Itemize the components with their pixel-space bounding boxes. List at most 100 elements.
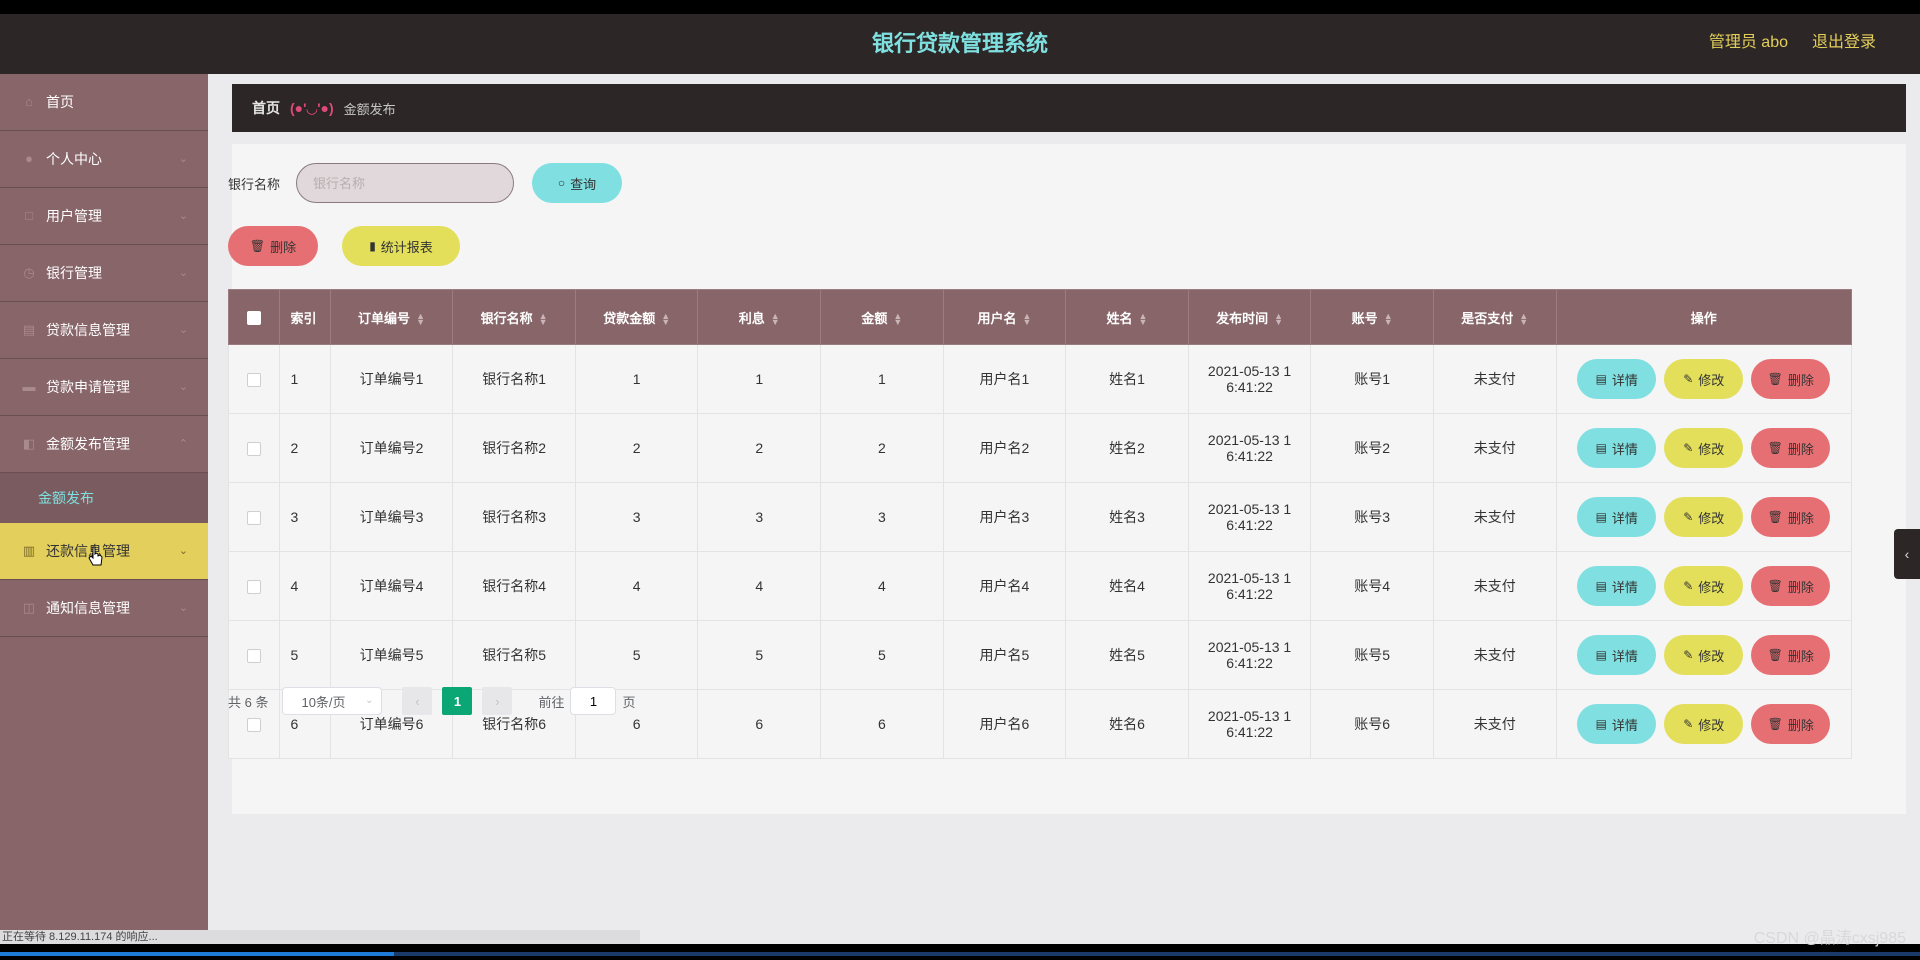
detail-button[interactable]: ▤ 详情 xyxy=(1577,704,1657,744)
sort-caret-icon[interactable]: ▲ ▼ xyxy=(893,312,902,327)
detail-button[interactable]: ▤ 详情 xyxy=(1577,635,1657,675)
sidebar-item-loan-apply[interactable]: ▬ 贷款申请管理 ⌄ xyxy=(0,359,208,416)
statistics-report-button[interactable]: ▮ 统计报表 xyxy=(342,226,460,266)
delete-button[interactable]: 🗑 删除 xyxy=(1751,566,1831,606)
row-checkbox[interactable] xyxy=(247,511,262,526)
bell-icon: ◫ xyxy=(22,600,36,615)
table-row: 1 订单编号1 银行名称1 1 1 1 用户名1 姓名1 2021-05-13 … xyxy=(227,344,1853,414)
sort-caret-icon[interactable]: ▲ ▼ xyxy=(1519,312,1528,327)
submenu-item-amount-publish[interactable]: 金额发布 xyxy=(0,473,208,523)
batch-delete-button[interactable]: 🗑 删除 xyxy=(228,226,318,266)
column-header-publish-time[interactable]: 发布时间 ▲ ▼ xyxy=(1187,289,1312,345)
delete-button[interactable]: 🗑 删除 xyxy=(1751,635,1831,675)
delete-button[interactable]: 🗑 删除 xyxy=(1751,428,1831,468)
prev-page-button[interactable]: ‹ xyxy=(402,687,433,715)
sort-caret-icon[interactable]: ▲ ▼ xyxy=(661,312,670,327)
edit-button[interactable]: ✎ 修改 xyxy=(1664,359,1744,399)
next-page-button[interactable]: › xyxy=(482,687,513,715)
detail-button[interactable]: ▤ 详情 xyxy=(1577,566,1657,606)
cell-loan: 5 xyxy=(574,620,699,690)
cell-publish-time: 2021-05-13 1 6:41:22 xyxy=(1187,482,1312,552)
chevron-up-icon: ⌃ xyxy=(178,438,188,450)
cell-index: 5 xyxy=(279,620,331,690)
page-size-select[interactable]: 10条/页 ⌄ xyxy=(282,687,383,715)
column-header-interest[interactable]: 利息 ▲ ▼ xyxy=(697,289,822,345)
sidebar-item-users[interactable]: □ 用户管理 ⌄ xyxy=(0,188,208,245)
sidebar-item-repayment[interactable]: ▥ 还款信息管理 ⌄ xyxy=(0,523,208,580)
sort-caret-icon[interactable]: ▲ ▼ xyxy=(771,312,780,327)
page-number-button[interactable]: 1 xyxy=(442,687,473,715)
chevron-right-icon: › xyxy=(495,693,500,709)
bank-icon: ◷ xyxy=(23,265,35,280)
cell-bank: 银行名称2 xyxy=(452,413,576,483)
sidebar-item-label: 用户管理 xyxy=(46,208,102,224)
column-header-account[interactable]: 账号 ▲ ▼ xyxy=(1310,289,1434,345)
chevron-down-icon: ⌄ xyxy=(178,545,188,557)
chevron-left-icon: ‹ xyxy=(415,693,420,709)
sidebar-item-profile[interactable]: ● 个人中心 ⌄ xyxy=(0,131,208,188)
select-all-checkbox[interactable] xyxy=(247,310,262,325)
cell-account: 账号1 xyxy=(1310,344,1434,414)
row-checkbox[interactable] xyxy=(247,718,262,733)
document-icon: ▤ xyxy=(1595,648,1607,662)
edit-button[interactable]: ✎ 修改 xyxy=(1664,566,1744,606)
sidebar-item-banks[interactable]: ◷ 银行管理 ⌄ xyxy=(0,245,208,302)
goto-page-input[interactable] xyxy=(570,687,617,715)
cell-account: 账号3 xyxy=(1310,482,1434,552)
table-row: 2 订单编号2 银行名称2 2 2 2 用户名2 姓名2 2021-05-13 … xyxy=(227,413,1853,483)
column-header-name[interactable]: 姓名 ▲ ▼ xyxy=(1065,289,1189,345)
column-header-amount[interactable]: 金额 ▲ ▼ xyxy=(820,289,944,345)
detail-button[interactable]: ▤ 详情 xyxy=(1577,497,1657,537)
row-checkbox[interactable] xyxy=(247,580,262,595)
detail-button[interactable]: ▤ 详情 xyxy=(1577,359,1657,399)
column-header-loan[interactable]: 贷款金额 ▲ ▼ xyxy=(574,289,699,345)
logout-link[interactable]: 退出登录 xyxy=(1812,14,1876,72)
detail-button[interactable]: ▤ 详情 xyxy=(1577,428,1657,468)
row-checkbox[interactable] xyxy=(247,373,262,388)
sort-caret-icon[interactable]: ▲ ▼ xyxy=(1384,312,1393,327)
query-button[interactable]: ○ 查询 xyxy=(532,163,622,203)
loading-progress-fill xyxy=(0,952,394,956)
cell-amount: 3 xyxy=(820,482,944,552)
sort-caret-icon[interactable]: ▲ ▼ xyxy=(1022,312,1031,327)
sidebar-item-notices[interactable]: ◫ 通知信息管理 ⌄ xyxy=(0,580,208,637)
column-header-bank[interactable]: 银行名称 ▲ ▼ xyxy=(452,289,576,345)
batch-delete-label: 删除 xyxy=(270,239,297,255)
sort-caret-icon[interactable]: ▲ ▼ xyxy=(1274,312,1283,327)
edit-label: 修改 xyxy=(1698,510,1725,526)
collapse-panel-button[interactable]: ‹ xyxy=(1894,529,1920,579)
sort-caret-icon[interactable]: ▲ ▼ xyxy=(416,312,425,327)
bank-name-search-input[interactable] xyxy=(296,163,514,203)
pagination-total: 共 6 条 xyxy=(228,694,269,710)
chevron-left-icon: ‹ xyxy=(1904,546,1910,562)
column-header-paid[interactable]: 是否支付 ▲ ▼ xyxy=(1432,289,1557,345)
cell-order-no: 订单编号4 xyxy=(329,551,454,621)
pencil-icon: ✎ xyxy=(1683,441,1694,455)
edit-button[interactable]: ✎ 修改 xyxy=(1664,428,1744,468)
column-header-label: 订单编号 xyxy=(358,310,411,326)
cell-interest: 3 xyxy=(697,482,822,552)
time-line-2: 6:41:22 xyxy=(1226,379,1273,395)
sidebar-item-amount-publish[interactable]: ◧ 金额发布管理 ⌃ xyxy=(0,416,208,473)
edit-button[interactable]: ✎ 修改 xyxy=(1664,635,1744,675)
sort-caret-icon[interactable]: ▲ ▼ xyxy=(539,312,548,327)
delete-button[interactable]: 🗑 删除 xyxy=(1751,497,1831,537)
sidebar-item-loan-info[interactable]: ▤ 贷款信息管理 ⌄ xyxy=(0,302,208,359)
sidebar-item-home[interactable]: ⌂ 首页 xyxy=(0,74,208,131)
app-title: 银行贷款管理系统 xyxy=(871,31,1048,56)
breadcrumb-home[interactable]: 首页 xyxy=(252,98,280,118)
cell-actions: ▤ 详情 ✎ 修改 🗑 删除 xyxy=(1555,620,1853,690)
cell-amount: 2 xyxy=(820,413,944,483)
edit-button[interactable]: ✎ 修改 xyxy=(1664,704,1744,744)
cell-username: 用户名2 xyxy=(942,413,1067,483)
column-header-username[interactable]: 用户名 ▲ ▼ xyxy=(942,289,1067,345)
delete-button[interactable]: 🗑 删除 xyxy=(1751,359,1831,399)
delete-button[interactable]: 🗑 删除 xyxy=(1751,704,1831,744)
pencil-icon: ✎ xyxy=(1683,648,1694,662)
edit-button[interactable]: ✎ 修改 xyxy=(1664,497,1744,537)
row-checkbox[interactable] xyxy=(247,442,262,457)
column-header-order-no[interactable]: 订单编号 ▲ ▼ xyxy=(329,289,454,345)
column-header-label: 银行名称 xyxy=(480,310,533,326)
row-checkbox[interactable] xyxy=(247,649,262,664)
sort-caret-icon[interactable]: ▲ ▼ xyxy=(1139,312,1148,327)
